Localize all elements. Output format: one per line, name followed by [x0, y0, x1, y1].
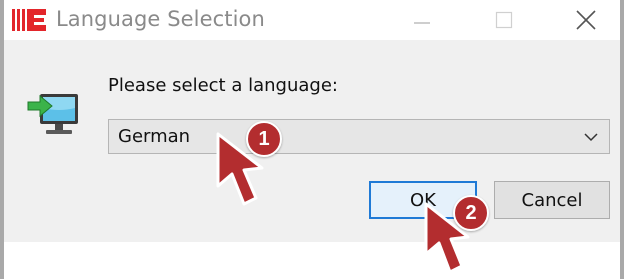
step-2-badge: 2: [453, 195, 489, 231]
minimize-icon: [414, 22, 430, 24]
cancel-button[interactable]: Cancel: [494, 181, 610, 219]
window-bottom-area: [4, 242, 620, 279]
title-bar: Language Selection: [4, 0, 620, 40]
language-dropdown[interactable]: German: [108, 119, 610, 154]
computer-language-icon: [27, 94, 78, 134]
close-icon: [576, 10, 596, 30]
language-dropdown-value: German: [118, 126, 191, 147]
maximize-button[interactable]: [482, 4, 526, 36]
chevron-down-icon: [584, 133, 598, 142]
minimize-button[interactable]: [400, 4, 444, 36]
window-frame-right: [620, 0, 624, 279]
dialog-body: Please select a language: German OK Canc…: [4, 40, 620, 242]
close-button[interactable]: [564, 4, 608, 36]
step-1-badge: 1: [246, 121, 282, 157]
maximize-icon: [495, 11, 513, 29]
language-prompt-label: Please select a language:: [108, 75, 338, 96]
window-title: Language Selection: [56, 7, 265, 31]
app-logo-icon: [12, 9, 46, 31]
